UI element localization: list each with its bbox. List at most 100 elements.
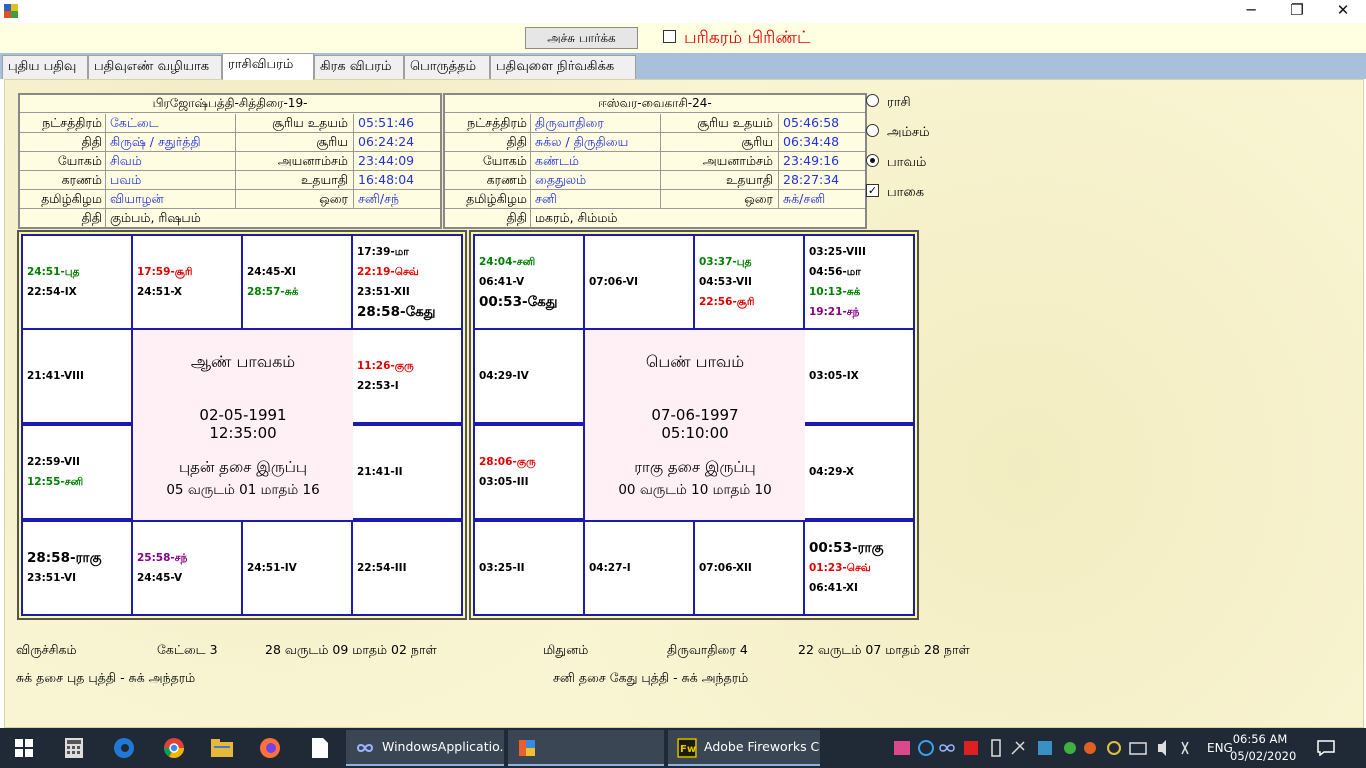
chart-cell: 25:58-சந் 24:45-V xyxy=(133,522,241,614)
language-indicator[interactable]: ENG xyxy=(1207,728,1233,768)
notification-icon[interactable] xyxy=(1306,728,1346,768)
planet-position: 00:53-கேது xyxy=(479,294,558,310)
minimize-button[interactable]: ─ xyxy=(1228,0,1274,23)
firefox-icon[interactable] xyxy=(246,728,294,768)
tab-by-reg-number[interactable]: பதிவுஎண் வழியாக xyxy=(88,55,222,79)
chrome-icon[interactable] xyxy=(150,728,198,768)
row-value: 23:44:09 xyxy=(358,153,415,168)
table-row: திதி மகரம், சிம்மம் xyxy=(445,209,865,228)
row-value: மகரம், சிம்மம் xyxy=(535,210,618,225)
table-header: பிரஜோஷ்பத்தி-சித்திரை-19- xyxy=(20,95,440,113)
app-icon xyxy=(4,4,18,18)
file-explorer-icon[interactable] xyxy=(198,728,246,768)
table-row: தமிழ்கிழம சனி ஒரை சுக்/சனி xyxy=(445,190,865,209)
title-bar: ─ ❐ ✕ xyxy=(0,0,1366,23)
planet-position: 22:19-செவ் xyxy=(357,266,419,278)
calculator-icon[interactable] xyxy=(50,728,98,768)
clock-time: 06:56 AM xyxy=(1232,732,1288,746)
tab-rasi-details[interactable]: ராசிவிபரம் xyxy=(222,53,314,80)
tab-planet-details[interactable]: கிரக விபரம் xyxy=(314,55,404,79)
print-preview-button[interactable]: அச்சு பார்க்க xyxy=(525,27,638,49)
chart-cell: 21:41-II xyxy=(353,426,461,518)
remedy-print-checkbox[interactable]: பரிகரம் பிரிண்ட் xyxy=(663,27,811,49)
planet-position: 01:23-செவ் xyxy=(809,562,871,574)
table-row: தமிழ்கிழம வியாழன் ஒரை சனி/சந் xyxy=(20,190,440,209)
blank-document-icon[interactable] xyxy=(296,728,344,768)
planet-position: 22:59-VII xyxy=(27,456,80,468)
chart-cell: 03:37-புத 04:53-VII 22:56-சூரி xyxy=(695,236,803,328)
male-star: கேட்டை 3 xyxy=(157,642,218,657)
female-rasi: மிதுனம் xyxy=(543,642,589,657)
taskbar-app-fireworks[interactable]: Fw Adobe Fireworks CS6 xyxy=(668,730,820,766)
radio-icon[interactable] xyxy=(866,94,879,107)
chart-title: ஆண் பாவகம் xyxy=(190,352,296,371)
option-degrees[interactable]: ✓ பாகை xyxy=(866,184,956,202)
edge-browser-icon[interactable] xyxy=(100,728,148,768)
planet-position: 24:51-X xyxy=(137,286,183,298)
row-label: திதி xyxy=(445,133,531,151)
row-label: தமிழ்கிழம xyxy=(445,190,531,208)
row-label: உதயாதி xyxy=(661,171,779,189)
planet-position: 28:58-ராகு xyxy=(27,550,102,566)
planet-position: 04:53-VII xyxy=(699,276,752,288)
chart-center: பெண் பாவம் 07-06-1997 05:10:00 ராகு தசை … xyxy=(585,330,805,520)
row-value: சிவம் xyxy=(106,152,236,170)
planet-position: 07:06-XII xyxy=(699,562,752,574)
tray-icons xyxy=(892,728,1192,768)
planet-position: 19:21-சந் xyxy=(809,306,860,318)
checkmark-icon[interactable]: ✓ xyxy=(866,184,879,197)
infinity-icon xyxy=(356,744,374,752)
planet-position: 24:45-V xyxy=(137,572,183,584)
birth-time: 05:10:00 xyxy=(661,424,729,442)
tab-manage-records[interactable]: பதிவுளை நிர்வகிக்க xyxy=(490,55,636,79)
taskbar-app-windowsapplication[interactable]: WindowsApplicatio... xyxy=(346,730,504,766)
tab-new-entry[interactable]: புதிய பதிவு xyxy=(2,55,88,79)
planet-position: 22:54-III xyxy=(357,562,407,574)
female-panchang-table: ஈஸ்வர-வைகாசி-24- நட்சத்திரம் திருவாதிரை … xyxy=(443,93,867,229)
planet-position: 06:41-XI xyxy=(809,582,858,594)
chart-title: பெண் பாவம் xyxy=(645,352,745,371)
chart-cell: 00:53-ராகு 01:23-செவ் 06:41-XI xyxy=(805,522,913,614)
planet-position: 28:57-சுக் xyxy=(247,286,299,298)
planet-position: 25:58-சந் xyxy=(137,552,188,564)
table-row: கரணம் பவம் உதயாதி 16:48:04 xyxy=(20,171,440,190)
chart-cell: 03:25-II xyxy=(475,522,583,614)
chart-center: ஆண் பாவகம் 02-05-1991 12:35:00 புதன் தசை… xyxy=(133,330,353,520)
taskbar-app-window[interactable] xyxy=(508,730,664,766)
planet-position: 11:26-குரு xyxy=(357,360,414,372)
birth-date: 07-06-1997 xyxy=(651,406,739,424)
tab-matching[interactable]: பொருத்தம் xyxy=(404,55,490,79)
option-bhavam[interactable]: பாவம் xyxy=(866,154,956,172)
table-header: ஈஸ்வர-வைகாசி-24- xyxy=(445,95,865,113)
window-thumbnail-icon xyxy=(519,740,535,756)
system-clock[interactable]: 06:56 AM 05/02/2020 xyxy=(1230,731,1296,765)
option-rasi[interactable]: ராசி xyxy=(866,94,956,112)
row-label: கரணம் xyxy=(20,171,106,189)
close-button[interactable]: ✕ xyxy=(1320,0,1366,23)
svg-text:Fw: Fw xyxy=(680,744,696,755)
checkbox-box[interactable] xyxy=(663,29,676,43)
table-row: கரணம் தைதுலம் உதயாதி 28:27:34 xyxy=(445,171,865,190)
male-balance: 28 வருடம் 09 மாதம் 02 நாள் xyxy=(265,642,437,657)
row-value: கிருஷ் / சதுர்த்தி xyxy=(106,133,236,151)
planet-position: 04:56-மா xyxy=(809,266,861,278)
restore-button[interactable]: ❐ xyxy=(1274,0,1320,23)
planet-position: 03:25-II xyxy=(479,562,525,574)
chart-cell: 17:59-சூரி 24:51-X xyxy=(133,236,241,328)
planet-position: 23:51-XII xyxy=(357,286,410,298)
dasa-balance-period: 00 வருடம் 10 மாதம் 10 xyxy=(618,482,772,498)
planet-position: 24:51-புத xyxy=(27,266,80,278)
row-value: 23:49:16 xyxy=(783,153,840,168)
planet-position: 04:29-X xyxy=(809,466,855,478)
radio-selected-icon[interactable] xyxy=(866,154,879,167)
planet-position: 07:06-VI xyxy=(589,276,639,288)
radio-icon[interactable] xyxy=(866,124,879,137)
birth-date: 02-05-1991 xyxy=(199,406,287,424)
system-tray-icons[interactable] xyxy=(892,728,1192,768)
row-label: சூரிய உதயம் xyxy=(661,114,779,132)
planet-position: 22:54-IX xyxy=(27,286,77,298)
dasa-balance-period: 05 வருடம் 01 மாதம் 16 xyxy=(166,482,320,498)
option-amsam[interactable]: அம்சம் xyxy=(866,124,956,142)
planet-position: 17:39-மா xyxy=(357,246,409,258)
windows-start-icon[interactable] xyxy=(0,728,48,768)
